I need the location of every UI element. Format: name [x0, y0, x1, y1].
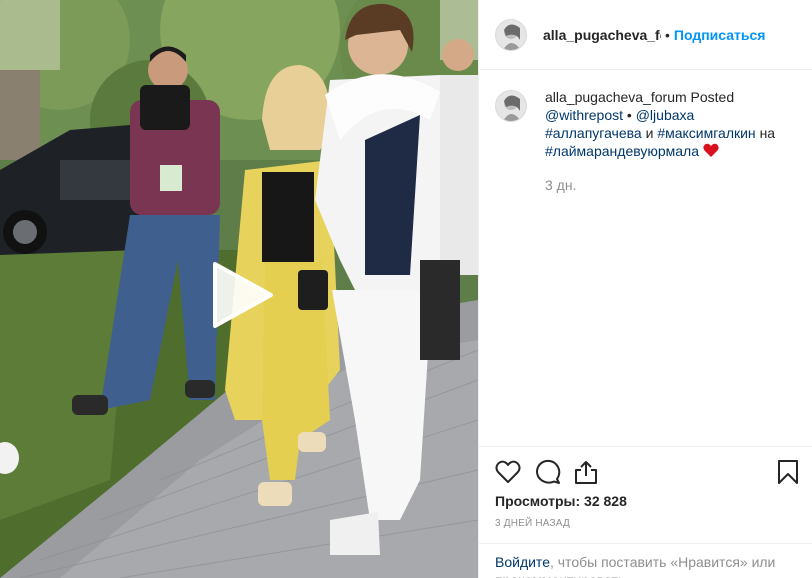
avatar-image: [496, 19, 526, 50]
caption-posted-word: Posted: [690, 89, 735, 105]
post-time-ago[interactable]: 3 дн.: [545, 176, 783, 194]
views-count[interactable]: Просмотры: 32 828: [495, 493, 627, 509]
play-icon[interactable]: [209, 262, 275, 328]
hashtag-link[interactable]: #максимгалкин: [657, 125, 755, 141]
avatar[interactable]: [495, 18, 527, 51]
hashtag-link[interactable]: #лаймарандевуюрмала: [545, 143, 699, 159]
caption-text: alla_pugacheva_forum Posted @withrepost …: [545, 88, 783, 194]
login-prompt: Войдите, чтобы поставить «Нравится» или …: [479, 543, 812, 578]
follow-button[interactable]: Подписаться: [674, 27, 766, 43]
share-upload-icon[interactable]: [573, 459, 599, 485]
avatar-image: [496, 91, 526, 121]
header-separator: •: [665, 26, 670, 43]
heart-outline-icon[interactable]: [495, 459, 521, 485]
post-date: 3 ДНЕЙ НАЗАД: [495, 518, 570, 529]
caption-bullet: •: [626, 107, 632, 123]
caption-username[interactable]: alla_pugacheva_forum: [545, 89, 687, 105]
caption: alla_pugacheva_forum Posted @withrepost …: [479, 70, 812, 194]
header-username[interactable]: alla_pugacheva_foı: [543, 27, 661, 43]
hashtag-link[interactable]: #аллапугачева: [545, 125, 642, 141]
mention-withrepost-link[interactable]: @withrepost: [545, 107, 623, 123]
post-header: alla_pugacheva_foı • Подписаться: [479, 0, 812, 70]
action-icons-row: [479, 447, 812, 497]
caption-and-word: и: [645, 125, 654, 141]
post-video[interactable]: [0, 0, 478, 578]
comment-bubble-icon[interactable]: [535, 459, 561, 485]
login-link[interactable]: Войдите: [495, 554, 550, 570]
post-side-panel: alla_pugacheva_foı • Подписаться alla_pu…: [478, 0, 812, 578]
caption-on-word: на: [759, 125, 776, 141]
mention-ljubaxa-link[interactable]: @ljubaxa: [636, 107, 695, 123]
red-heart-icon: [703, 143, 719, 157]
caption-avatar[interactable]: [495, 90, 527, 122]
actions-section: Просмотры: 32 828 3 ДНЕЙ НАЗАД Войдите, …: [479, 446, 812, 578]
bookmark-icon[interactable]: [775, 459, 801, 485]
